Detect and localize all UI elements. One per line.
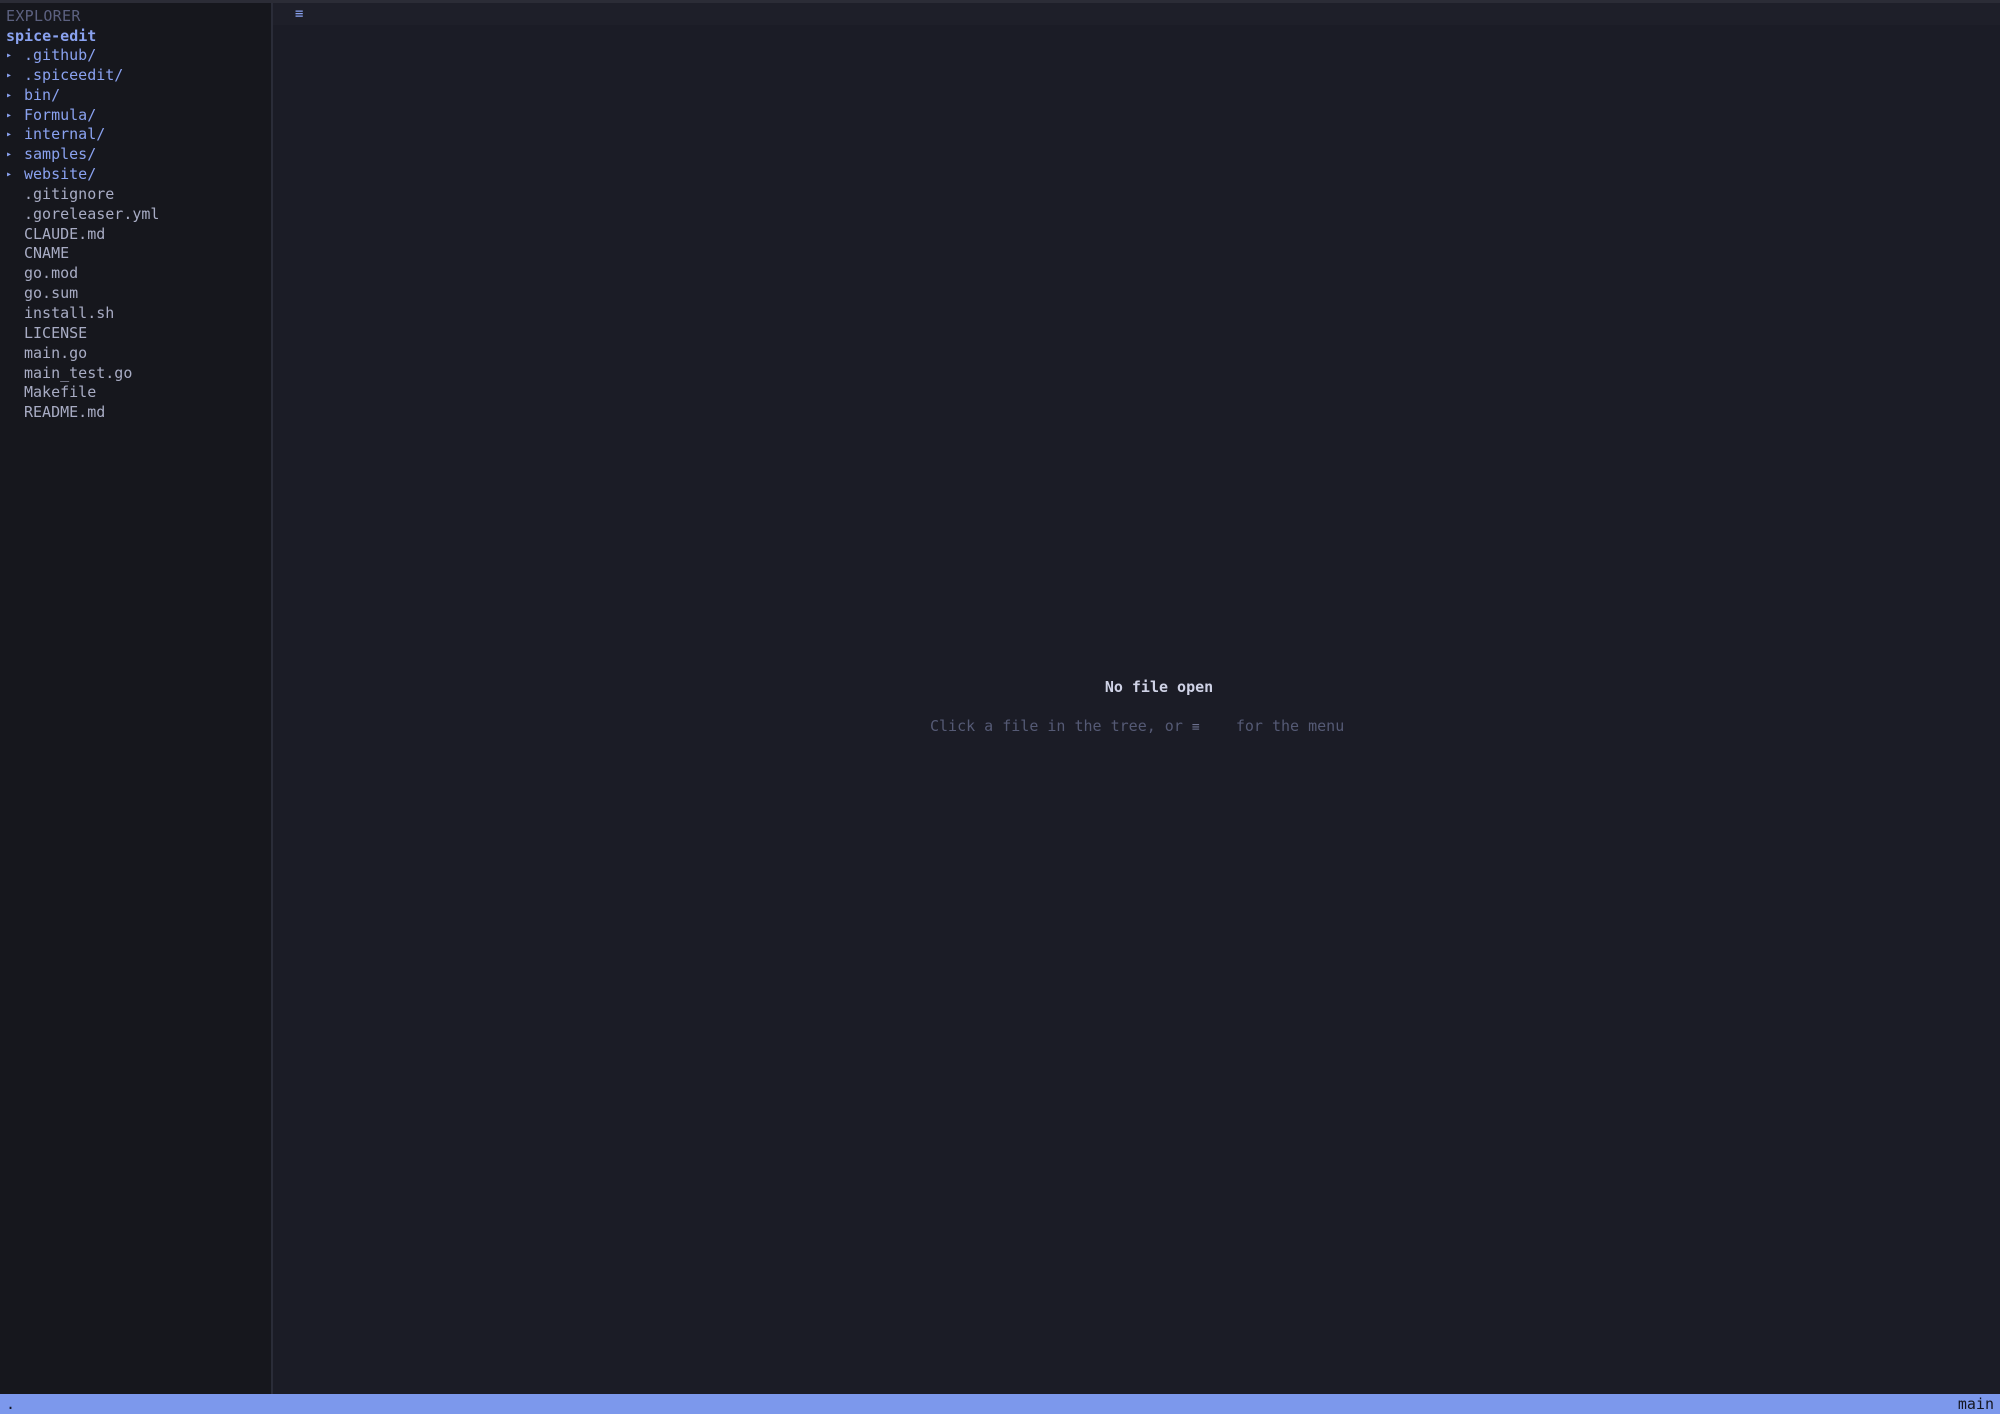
tree-item-label: go.mod [24, 264, 79, 283]
caret-right-icon: ▸ [6, 169, 13, 181]
tree-item-label: bin/ [24, 85, 61, 104]
tree-file[interactable]: go.mod [0, 264, 159, 284]
status-path: . [6, 1395, 16, 1413]
tree-file[interactable]: .goreleaser.yml [0, 205, 159, 225]
tree-item-label: install.sh [24, 303, 115, 322]
tree-file[interactable]: CLAUDE.md [0, 225, 159, 245]
editor-app: EXPLORER spice-edit ▸ .github/ ▸ .spiceedit… [0, 0, 2000, 1414]
tree-file[interactable]: install.sh [0, 304, 159, 324]
tree-folder[interactable]: ▸ samples/ [0, 145, 159, 165]
tree-file[interactable]: go.sum [0, 284, 159, 304]
tree-item-label: .gitignore [24, 184, 115, 203]
hamburger-menu-icon: ≡ [1191, 720, 1200, 735]
git-branch[interactable]: main [1958, 1394, 1994, 1414]
hamburger-menu-icon[interactable]: ≡ [295, 4, 303, 24]
empty-state-title: No file open [1104, 678, 1214, 696]
caret-right-icon: ▸ [6, 69, 13, 81]
tree-item-label: main.go [24, 343, 88, 362]
explorer-sidebar: EXPLORER spice-edit ▸ .github/ ▸ .spiceedit… [0, 3, 273, 1394]
caret-right-icon: ▸ [6, 109, 13, 121]
hint-text-after: for the menu [1199, 717, 1345, 735]
tree-folder[interactable]: ▸ website/ [0, 165, 159, 185]
status-bar: . main [0, 1394, 2000, 1414]
tree-item-label: samples/ [24, 145, 97, 164]
tree-folder[interactable]: ▸ Formula/ [0, 106, 159, 126]
tree-file[interactable]: .gitignore [0, 185, 159, 205]
tree-folder[interactable]: ▸ internal/ [0, 125, 159, 145]
caret-right-icon: ▸ [6, 50, 13, 61]
tree-item-label: CNAME [24, 244, 70, 263]
tree-item-label: Formula/ [24, 105, 97, 124]
explorer-root[interactable]: spice-edit [6, 26, 96, 46]
hint-text-before: Click a file in the tree, or [930, 717, 1192, 735]
tree-item-label: internal/ [24, 125, 106, 144]
tree-item-label: .github/ [24, 46, 97, 64]
tree-file[interactable]: Makefile [0, 383, 159, 403]
tree-file[interactable]: main.go [0, 344, 159, 364]
explorer-header: EXPLORER [6, 7, 81, 25]
tree-folder[interactable]: ▸ .spiceedit/ [0, 66, 159, 86]
tree-file[interactable]: main_test.go [0, 364, 159, 384]
tree-item-label: Makefile [24, 383, 97, 402]
editor-area: No file open Click a file in the tree, o… [273, 25, 2000, 1394]
tree-file[interactable]: README.md [0, 403, 159, 423]
caret-right-icon: ▸ [6, 129, 13, 141]
tree-folder[interactable]: ▸ .github/ [0, 46, 159, 66]
tree-item-label: .spiceedit/ [24, 65, 124, 84]
caret-right-icon: ▸ [6, 149, 13, 161]
tree-file[interactable]: CNAME [0, 244, 159, 264]
file-tree: ▸ .github/ ▸ .spiceedit/ ▸ bin/ ▸ Formula/ ▸ inte… [0, 46, 159, 423]
tree-item-label: LICENSE [24, 323, 88, 342]
tree-item-label: README.md [24, 403, 106, 422]
caret-right-icon: ▸ [6, 89, 13, 101]
empty-state-hint: Click a file in the tree, or ≡ for the m… [930, 716, 1344, 738]
tree-item-label: CLAUDE.md [24, 224, 106, 243]
tree-folder[interactable]: ▸ bin/ [0, 86, 159, 106]
tree-item-label: .goreleaser.yml [24, 204, 160, 223]
tree-file[interactable]: LICENSE [0, 324, 159, 344]
tree-item-label: main_test.go [24, 363, 133, 382]
tab-bar: ≡ [273, 3, 2000, 25]
tree-item-label: website/ [24, 165, 97, 184]
tree-item-label: go.sum [24, 284, 79, 303]
